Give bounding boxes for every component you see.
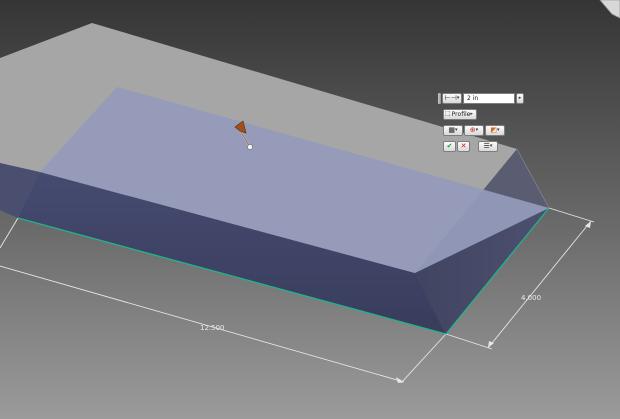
toolbar-grip[interactable] bbox=[438, 92, 441, 104]
direction-icon: ▦ bbox=[448, 125, 456, 134]
distance-options-button[interactable]: ▸ bbox=[516, 92, 524, 104]
arrow-base-handle[interactable] bbox=[247, 144, 253, 150]
dimension-width-value: 4.000 bbox=[521, 294, 541, 302]
chevron-right-icon: ▸ bbox=[470, 110, 473, 117]
dimension-length-value: 12.500 bbox=[200, 324, 225, 332]
ok-button[interactable]: ✔ bbox=[443, 140, 456, 152]
mini-toolbar-row-options: ▦ ▾ ⊕ ▾ ◩ ▾ bbox=[443, 124, 505, 136]
options-menu-button[interactable]: ☰ ▾ bbox=[478, 140, 498, 152]
chevron-down-icon: ▾ bbox=[497, 126, 500, 133]
chevron-down-icon: ▾ bbox=[489, 142, 493, 149]
chevron-right-icon: ▸ bbox=[518, 94, 522, 101]
cancel-icon: ✕ bbox=[460, 141, 467, 150]
profile-select-icon: ⬚ bbox=[445, 110, 451, 117]
extents-icon: ⊢⊣ bbox=[444, 93, 457, 102]
cancel-button[interactable]: ✕ bbox=[457, 140, 470, 152]
extents-button[interactable]: ⊢⊣ ▾ bbox=[442, 92, 462, 104]
chevron-down-icon: ▾ bbox=[455, 126, 458, 133]
output-button[interactable]: ◩ ▾ bbox=[485, 124, 505, 136]
ok-icon: ✔ bbox=[446, 141, 453, 150]
mini-toolbar-row-distance: ⊢⊣ ▾ 2 in ▸ bbox=[438, 92, 524, 104]
direction-button[interactable]: ▦ ▾ bbox=[443, 124, 463, 136]
operation-button[interactable]: ⊕ ▾ bbox=[464, 124, 484, 136]
chevron-down-icon: ▾ bbox=[456, 94, 460, 101]
output-icon: ◩ bbox=[490, 125, 498, 134]
chevron-down-icon: ▾ bbox=[475, 126, 479, 133]
profile-select-label: Profile bbox=[451, 110, 471, 118]
3d-viewport[interactable]: 12.500 4.000 bbox=[0, 0, 620, 419]
profile-select-button[interactable]: ⬚ Profile ▸ bbox=[443, 108, 477, 120]
mini-toolbar-row-actions: ✔ ✕ ☰ ▾ bbox=[443, 140, 498, 152]
mini-toolbar-row-profile: ⬚ Profile ▸ bbox=[443, 108, 477, 120]
distance-input[interactable]: 2 in bbox=[463, 92, 515, 104]
